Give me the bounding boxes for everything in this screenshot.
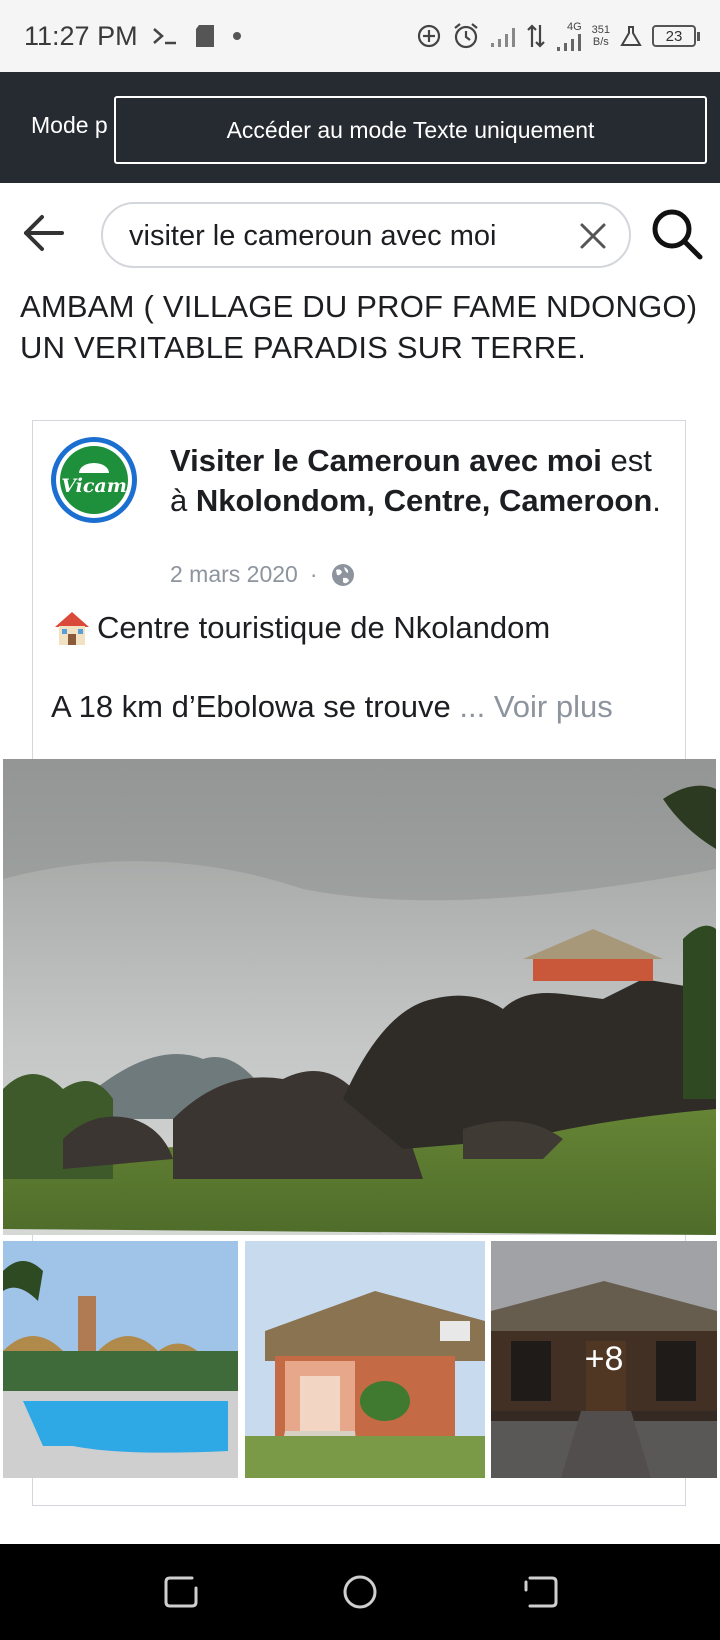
- see-more-link[interactable]: ... Voir plus: [459, 689, 612, 724]
- photo-thumbnail-pavilion[interactable]: +8: [491, 1241, 717, 1478]
- card-line-1: Centre touristique de Nkolandom: [51, 607, 550, 649]
- status-time: 11:27 PM: [24, 20, 138, 51]
- clear-search-icon[interactable]: [577, 220, 609, 252]
- net-speed: 351 B/s: [592, 24, 610, 48]
- mode-text: Mode p: [31, 112, 108, 138]
- cottage-photo: [245, 1241, 485, 1478]
- search-box[interactable]: [101, 202, 631, 268]
- header-period: .: [652, 483, 661, 518]
- home-icon[interactable]: [340, 1572, 380, 1612]
- status-right-icons: 4G 351 B/s 23: [416, 20, 700, 51]
- vicam-logo: Vicam: [60, 446, 128, 514]
- photo-thumbnail-cottage[interactable]: [245, 1241, 485, 1478]
- page-avatar[interactable]: Vicam: [51, 437, 137, 523]
- more-photos-overlay[interactable]: +8: [491, 1241, 717, 1478]
- signal-icon-1: [490, 28, 515, 47]
- search-row: [0, 183, 720, 286]
- recent-apps-icon[interactable]: [162, 1572, 202, 1612]
- main-photo[interactable]: [3, 759, 716, 1235]
- avatar-text: Vicam: [61, 475, 127, 497]
- post-date[interactable]: 2 mars 2020: [170, 561, 298, 588]
- system-nav-bar: [0, 1544, 720, 1640]
- terminal-icon: [152, 28, 176, 45]
- battery-indicator: 23: [652, 25, 700, 47]
- globe-icon: [331, 563, 354, 586]
- meta-separator: ·: [309, 561, 318, 587]
- photo-thumbnail-pool[interactable]: [3, 1241, 238, 1478]
- net-speed-value: 351: [591, 24, 610, 36]
- page-name-link[interactable]: Visiter le Cameroun avec moi: [170, 443, 602, 478]
- mode-banner: Mode p Accéder au mode Texte uniquement: [0, 72, 720, 183]
- pool-photo: [3, 1241, 238, 1478]
- status-left-icons: [152, 24, 242, 48]
- card-line-1-text: Centre touristique de Nkolandom: [97, 610, 551, 645]
- landscape-photo: [3, 759, 716, 1235]
- net-speed-unit: B/s: [592, 36, 609, 48]
- flask-icon: [620, 26, 642, 46]
- card-header: Visiter le Cameroun avec moi est à Nkolo…: [170, 441, 670, 521]
- back-nav-icon[interactable]: [520, 1572, 560, 1612]
- card-line-2: A 18 km d’Ebolowa se trouve ... Voir plu…: [51, 689, 613, 725]
- card-line-2-text: A 18 km d’Ebolowa se trouve: [51, 689, 460, 724]
- location-link[interactable]: Nkolondom, Centre, Cameroon: [196, 483, 652, 518]
- house-icon: [55, 612, 89, 645]
- post-meta: 2 mars 2020 ·: [170, 561, 356, 588]
- search-input[interactable]: [129, 218, 549, 254]
- battery-level: 23: [665, 27, 683, 45]
- back-arrow-icon[interactable]: [18, 211, 68, 255]
- alarm-icon: [453, 23, 478, 49]
- text-only-mode-button[interactable]: Accéder au mode Texte uniquement: [114, 96, 707, 164]
- status-bar: 11:27 PM 4G 351 B/s 23: [0, 0, 720, 72]
- leaf-icon: [79, 463, 109, 473]
- signal-group: 4G: [556, 20, 582, 51]
- network-type: 4G: [566, 20, 582, 33]
- notification-dot-icon: [232, 32, 241, 40]
- post-text: AMBAM ( VILLAGE DU PROF FAME NDONGO) UN …: [20, 289, 698, 365]
- avatar-ring: Vicam: [56, 442, 132, 518]
- signal-icon-2: [556, 33, 581, 51]
- data-saver-icon: [417, 24, 440, 48]
- search-icon[interactable]: [650, 207, 704, 261]
- clipboard-icon: [195, 25, 214, 47]
- data-transfer-icon: [526, 24, 545, 48]
